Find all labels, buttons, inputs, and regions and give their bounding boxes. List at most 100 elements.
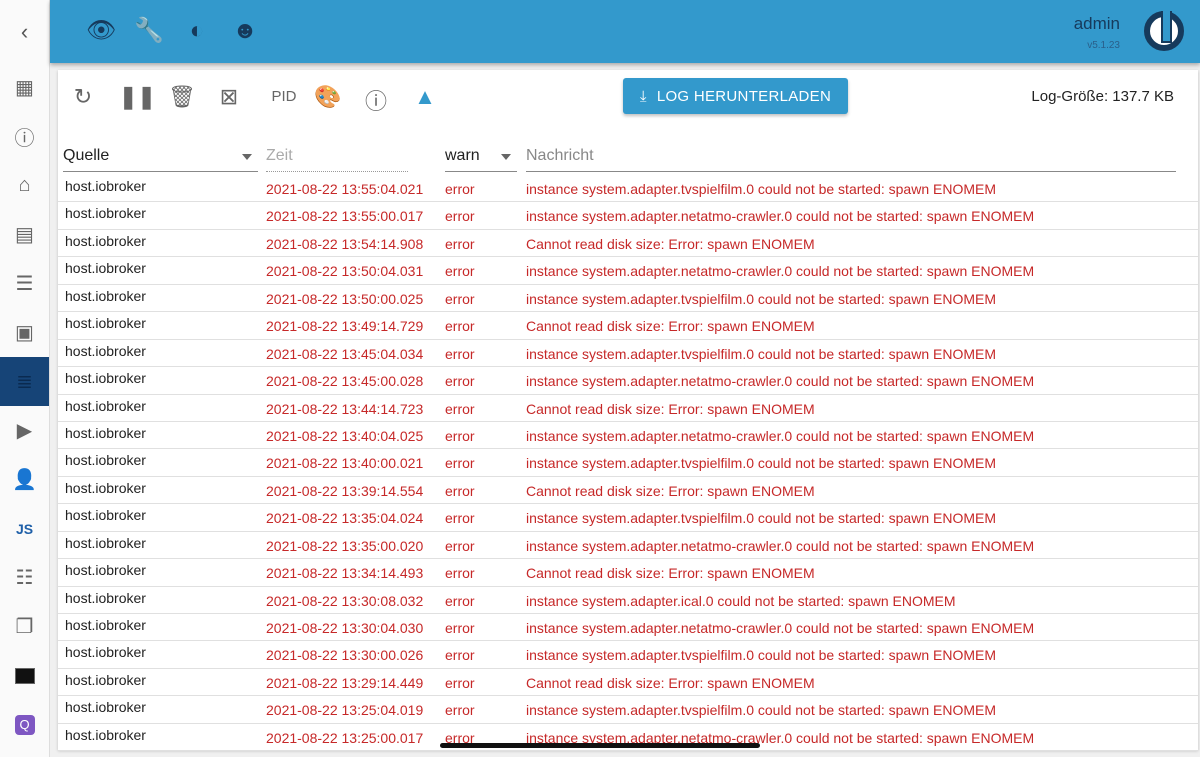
log-time: 2021-08-22 13:25:00.017 bbox=[266, 729, 424, 746]
time-filter-input[interactable]: Zeit bbox=[266, 144, 408, 172]
log-level: error bbox=[445, 565, 475, 582]
sidebar-item-objects[interactable]: ☰ bbox=[0, 259, 49, 308]
log-level: error bbox=[445, 263, 475, 280]
log-panel: ↻ ❚❚ 🗑 ⊠ PID 🎨 ⓘ ▲ ⤓ LOG HERUNTERLADEN Lo… bbox=[58, 70, 1198, 752]
user-icon: 👤 bbox=[12, 469, 37, 491]
log-level: error bbox=[445, 318, 475, 335]
log-source: host.iobroker bbox=[65, 507, 146, 524]
log-time: 2021-08-22 13:50:04.031 bbox=[266, 263, 424, 280]
log-row: host.iobroker 2021-08-22 13:45:04.034 erro… bbox=[58, 340, 1198, 368]
log-source: host.iobroker bbox=[65, 671, 146, 688]
sidebar-item-instances[interactable]: ▤ bbox=[0, 210, 49, 259]
log-level: error bbox=[445, 208, 475, 225]
log-source: host.iobroker bbox=[65, 699, 146, 716]
log-source: host.iobroker bbox=[65, 287, 146, 304]
log-message: instance system.adapter.tvspielfilm.0 co… bbox=[526, 702, 996, 719]
log-row: host.iobroker 2021-08-22 13:55:04.021 erro… bbox=[58, 175, 1198, 203]
log-row: host.iobroker 2021-08-22 13:40:00.021 erro… bbox=[58, 449, 1198, 477]
collapse-sidebar-icon[interactable]: ‹ bbox=[0, 0, 49, 63]
files-icon: ❐ bbox=[15, 616, 34, 638]
log-table: host.iobroker 2021-08-22 13:55:04.021 erro… bbox=[58, 175, 1198, 752]
log-message: instance system.adapter.tvspielfilm.0 co… bbox=[526, 647, 996, 664]
log-source: host.iobroker bbox=[65, 644, 146, 661]
log-level: error bbox=[445, 290, 475, 307]
sidebar-item-enums[interactable]: ▣ bbox=[0, 308, 49, 357]
log-message: instance system.adapter.tvspielfilm.0 co… bbox=[526, 181, 996, 197]
sidebar-item-overview[interactable]: ▦ bbox=[0, 63, 49, 112]
eye-icon[interactable]: 👁 bbox=[86, 17, 116, 45]
log-source: host.iobroker bbox=[65, 397, 146, 414]
message-filter-input[interactable]: Nachricht bbox=[526, 144, 1176, 172]
log-source: host.iobroker bbox=[65, 342, 146, 359]
log-source: host.iobroker bbox=[65, 315, 146, 332]
download-icon: ⤓ bbox=[639, 87, 647, 105]
log-level: error bbox=[445, 427, 475, 444]
sidebar-item-adapters[interactable]: ⌂ bbox=[0, 161, 49, 210]
expert-mode-head-icon[interactable]: ☻ bbox=[231, 17, 259, 45]
sidebar-item-info[interactable]: ⓘ bbox=[0, 112, 49, 161]
log-time: 2021-08-22 13:30:04.030 bbox=[266, 620, 424, 636]
log-time: 2021-08-22 13:40:00.021 bbox=[266, 455, 424, 472]
log-message: instance system.adapter.tvspielfilm.0 co… bbox=[526, 510, 996, 527]
delete-icon[interactable]: 🗑 bbox=[168, 84, 196, 110]
sidebar-item-files[interactable]: ❐ bbox=[0, 602, 49, 651]
log-source: host.iobroker bbox=[65, 479, 146, 496]
javascript-icon: JS bbox=[15, 520, 34, 537]
log-source: host.iobroker bbox=[65, 424, 146, 441]
source-select[interactable]: Quelle bbox=[63, 144, 258, 172]
log-level: error bbox=[445, 181, 475, 197]
log-time: 2021-08-22 13:50:00.025 bbox=[266, 290, 424, 307]
download-log-button[interactable]: ⤓ LOG HERUNTERLADEN bbox=[623, 78, 848, 114]
sidebar: ‹ ▦ ⓘ ⌂ ▤ ☰ ▣ ≣ ▶ 👤 JS ☷ ❐ Q bbox=[0, 0, 50, 757]
log-source: host.iobroker bbox=[65, 617, 146, 633]
pid-toggle[interactable]: PID bbox=[264, 88, 304, 105]
q-app-icon: Q bbox=[14, 714, 35, 735]
log-message: instance system.adapter.tvspielfilm.0 co… bbox=[526, 290, 996, 307]
sidebar-item-scenes[interactable]: ▶ bbox=[0, 406, 49, 455]
log-time: 2021-08-22 13:35:00.020 bbox=[266, 537, 424, 554]
log-time: 2021-08-22 13:29:14.449 bbox=[266, 674, 424, 691]
list-icon: ☰ bbox=[15, 273, 34, 295]
sidebar-item-logs[interactable]: ≣ bbox=[0, 357, 49, 406]
wrench-icon[interactable]: 🔧 bbox=[134, 17, 164, 45]
log-source: host.iobroker bbox=[65, 178, 146, 194]
log-row: host.iobroker 2021-08-22 13:55:00.017 erro… bbox=[58, 202, 1198, 230]
sidebar-item-scripts[interactable]: JS bbox=[0, 504, 49, 553]
sidebar-item-q[interactable]: Q bbox=[0, 700, 49, 749]
log-time: 2021-08-22 13:30:08.032 bbox=[266, 592, 424, 609]
log-source: host.iobroker bbox=[65, 370, 146, 387]
delete-log-file-icon[interactable]: ⊠ bbox=[216, 84, 242, 110]
log-time: 2021-08-22 13:30:00.026 bbox=[266, 647, 424, 664]
log-time: 2021-08-22 13:49:14.729 bbox=[266, 318, 424, 335]
log-time: 2021-08-22 13:34:14.493 bbox=[266, 565, 424, 582]
sidebar-item-terminal[interactable] bbox=[0, 651, 49, 700]
refresh-icon[interactable]: ↻ bbox=[70, 84, 96, 110]
instances-icon: ▤ bbox=[15, 224, 34, 246]
sidebar-item-hosts[interactable]: ☷ bbox=[0, 553, 49, 602]
log-message: Cannot read disk size: Error: spawn ENOM… bbox=[526, 565, 815, 582]
log-message: instance system.adapter.netatmo-crawler.… bbox=[526, 373, 1035, 390]
version: v5.1.23 bbox=[1087, 40, 1120, 51]
storage-icon: ☷ bbox=[15, 567, 34, 589]
log-time: 2021-08-22 13:55:04.021 bbox=[266, 181, 424, 197]
log-size: Log-Größe: 137.7 KB bbox=[1031, 88, 1174, 105]
log-message: Cannot read disk size: Error: spawn ENOM… bbox=[526, 674, 815, 691]
log-row: host.iobroker 2021-08-22 13:39:14.554 erro… bbox=[58, 477, 1198, 505]
filter-row: Quelle Zeit warn Nachricht bbox=[58, 144, 1198, 174]
log-time: 2021-08-22 13:45:04.034 bbox=[266, 345, 424, 362]
palette-icon[interactable]: 🎨 bbox=[314, 84, 341, 110]
log-message: instance system.adapter.tvspielfilm.0 co… bbox=[526, 455, 996, 472]
pause-icon[interactable]: ❚❚ bbox=[119, 84, 156, 110]
log-time: 2021-08-22 13:39:14.554 bbox=[266, 482, 424, 499]
log-message: Cannot read disk size: Error: spawn ENOM… bbox=[526, 235, 815, 252]
log-message: instance system.adapter.netatmo-crawler.… bbox=[526, 620, 1035, 636]
level-select[interactable]: warn bbox=[445, 144, 517, 172]
warning-icon[interactable]: ▲ bbox=[412, 84, 438, 110]
top-app-bar: 👁 🔧 ◐ ☻ admin v5.1.23 bbox=[50, 0, 1200, 63]
log-row: host.iobroker 2021-08-22 13:29:14.449 erro… bbox=[58, 669, 1198, 697]
brightness-icon[interactable]: ◐ bbox=[183, 17, 211, 45]
error-outline-icon[interactable]: ⓘ bbox=[363, 84, 389, 116]
sidebar-item-users[interactable]: 👤 bbox=[0, 455, 49, 504]
log-level: error bbox=[445, 373, 475, 390]
log-row: host.iobroker 2021-08-22 13:25:04.019 erro… bbox=[58, 696, 1198, 724]
